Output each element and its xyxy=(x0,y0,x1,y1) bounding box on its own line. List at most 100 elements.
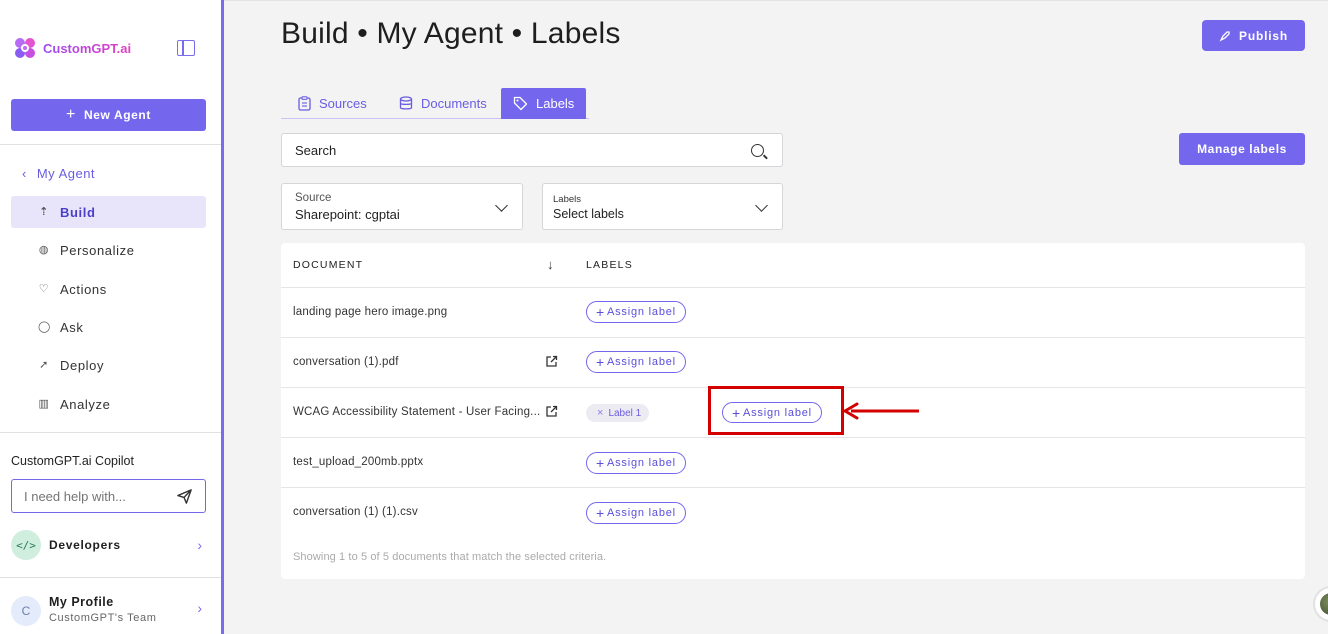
developers-label: Developers xyxy=(49,538,121,552)
sidebar-item-build[interactable]: ⇡ Build xyxy=(11,196,206,228)
developers-link[interactable]: </> Developers › xyxy=(11,529,206,561)
source-dropdown-label: Source xyxy=(295,192,332,204)
highlight-box xyxy=(708,386,844,435)
publish-label: Publish xyxy=(1239,28,1288,43)
sidebar-item-deploy[interactable]: ➚ Deploy xyxy=(11,349,206,381)
plus-icon: + xyxy=(596,304,605,320)
sidebar-item-actions[interactable]: ♡ Actions xyxy=(11,273,206,305)
database-icon xyxy=(399,96,413,110)
logo-text: CustomGPT.ai xyxy=(43,40,132,56)
plus-icon: + xyxy=(596,505,605,521)
chevron-right-icon: › xyxy=(197,537,202,553)
table-row: conversation (1).pdf + Assign label xyxy=(281,337,1305,387)
sidebar-item-label: Build xyxy=(60,204,96,220)
profile-team: CustomGPT's Team xyxy=(49,612,157,624)
table-row: conversation (1) (1).csv + Assign label xyxy=(281,487,1305,537)
chevron-left-icon: ‹ xyxy=(22,166,27,181)
divider xyxy=(0,432,221,433)
table-footer-note: Showing 1 to 5 of 5 documents that match… xyxy=(293,551,607,563)
source-dropdown[interactable]: Source Sharepoint: cgptai xyxy=(281,183,523,230)
assign-label-text: Assign label xyxy=(606,306,676,318)
remove-label-icon[interactable]: × xyxy=(597,407,603,419)
search-icon[interactable] xyxy=(751,144,764,157)
tab-label: Documents xyxy=(421,96,487,111)
build-icon: ⇡ xyxy=(39,206,49,218)
sidebar-item-label: Personalize xyxy=(60,242,135,258)
page-title: Build • My Agent • Labels xyxy=(281,17,621,50)
document-name: WCAG Accessibility Statement - User Faci… xyxy=(293,406,541,418)
tabs: Sources Documents Labels xyxy=(281,88,1305,119)
sidebar: CustomGPT.ai + New Agent ‹ My Agent ⇡ Bu… xyxy=(0,0,224,634)
tab-label: Sources xyxy=(319,96,367,111)
tag-icon xyxy=(513,96,528,111)
tab-labels[interactable]: Labels xyxy=(501,88,587,119)
assign-label-text: Assign label xyxy=(606,356,676,368)
document-name: conversation (1) (1).csv xyxy=(293,506,418,518)
new-agent-label: New Agent xyxy=(83,108,151,122)
external-link-icon[interactable] xyxy=(545,405,558,418)
assign-label-button[interactable]: + Assign label xyxy=(586,502,686,524)
send-icon[interactable] xyxy=(176,488,193,505)
document-name: landing page hero image.png xyxy=(293,306,448,318)
labels-dropdown-label: Labels xyxy=(553,194,581,205)
assign-label-text: Assign label xyxy=(606,457,676,469)
code-icon: </> xyxy=(11,530,41,560)
external-link-icon[interactable] xyxy=(545,355,558,368)
sidebar-item-analyze[interactable]: ▥ Analyze xyxy=(11,388,206,420)
sidebar-item-label: Actions xyxy=(60,281,107,297)
main-content: Build • My Agent • Labels Publish Source… xyxy=(224,0,1328,634)
arrow-down-icon[interactable]: ↓ xyxy=(547,257,554,272)
divider xyxy=(0,577,221,578)
back-label: My Agent xyxy=(36,166,96,181)
chevron-down-icon xyxy=(495,199,508,212)
chart-icon: ▥ xyxy=(38,398,50,410)
assign-label-button[interactable]: + Assign label xyxy=(586,452,686,474)
sidebar-collapse-icon[interactable] xyxy=(177,40,195,56)
plus-icon: + xyxy=(596,354,605,370)
assign-label-button[interactable]: + Assign label xyxy=(586,351,686,373)
column-header-labels: LABELS xyxy=(586,259,633,271)
back-to-agent-link[interactable]: ‹ My Agent xyxy=(22,166,95,181)
palette-icon: ◍ xyxy=(38,244,50,256)
avatar: C xyxy=(11,596,41,626)
source-dropdown-value: Sharepoint: cgptai xyxy=(295,207,400,222)
publish-button[interactable]: Publish xyxy=(1202,20,1305,51)
table-row: test_upload_200mb.pptx + Assign label xyxy=(281,437,1305,487)
new-agent-button[interactable]: + New Agent xyxy=(11,99,206,131)
logo[interactable]: CustomGPT.ai xyxy=(11,34,131,62)
copilot-title: CustomGPT.ai Copilot xyxy=(11,454,134,468)
search-box xyxy=(281,133,783,167)
assign-label-text: Assign label xyxy=(606,507,676,519)
sidebar-item-label: Deploy xyxy=(60,357,105,373)
chat-icon: ◯ xyxy=(38,321,51,333)
column-header-document: DOCUMENT xyxy=(293,259,364,271)
document-name: test_upload_200mb.pptx xyxy=(293,456,424,468)
rocket-icon xyxy=(1219,30,1230,41)
copilot-input[interactable] xyxy=(24,488,164,504)
sidebar-item-label: Analyze xyxy=(60,396,111,412)
annotation-arrow-icon xyxy=(843,402,919,420)
table-row: landing page hero image.png + Assign labe… xyxy=(281,287,1305,337)
profile-text: My Profile CustomGPT's Team xyxy=(49,594,156,634)
divider xyxy=(0,144,221,145)
clipboard-icon xyxy=(298,96,311,111)
copilot-input-wrapper xyxy=(11,479,206,513)
label-chip[interactable]: × Label 1 xyxy=(586,404,650,422)
profile-name: My Profile xyxy=(49,595,114,609)
rocket-icon: ➚ xyxy=(39,359,49,371)
tab-documents[interactable]: Documents xyxy=(387,88,499,119)
search-input[interactable] xyxy=(295,142,715,158)
sidebar-item-personalize[interactable]: ◍ Personalize xyxy=(11,234,206,266)
manage-labels-button[interactable]: Manage labels xyxy=(1179,133,1305,165)
profile-link[interactable]: C My Profile CustomGPT's Team › xyxy=(11,594,206,634)
plus-icon: + xyxy=(596,455,605,471)
labels-dropdown-value: Select labels xyxy=(553,207,624,221)
tab-sources[interactable]: Sources xyxy=(286,88,379,119)
sidebar-item-ask[interactable]: ◯ Ask xyxy=(11,311,206,343)
labels-dropdown[interactable]: Labels Select labels xyxy=(542,183,783,230)
chat-widget-avatar xyxy=(1320,593,1328,615)
brain-logo-icon xyxy=(15,38,35,58)
label-chip-text: Label 1 xyxy=(608,407,642,419)
assign-label-button[interactable]: + Assign label xyxy=(586,301,686,323)
sidebar-item-label: Ask xyxy=(60,319,84,335)
